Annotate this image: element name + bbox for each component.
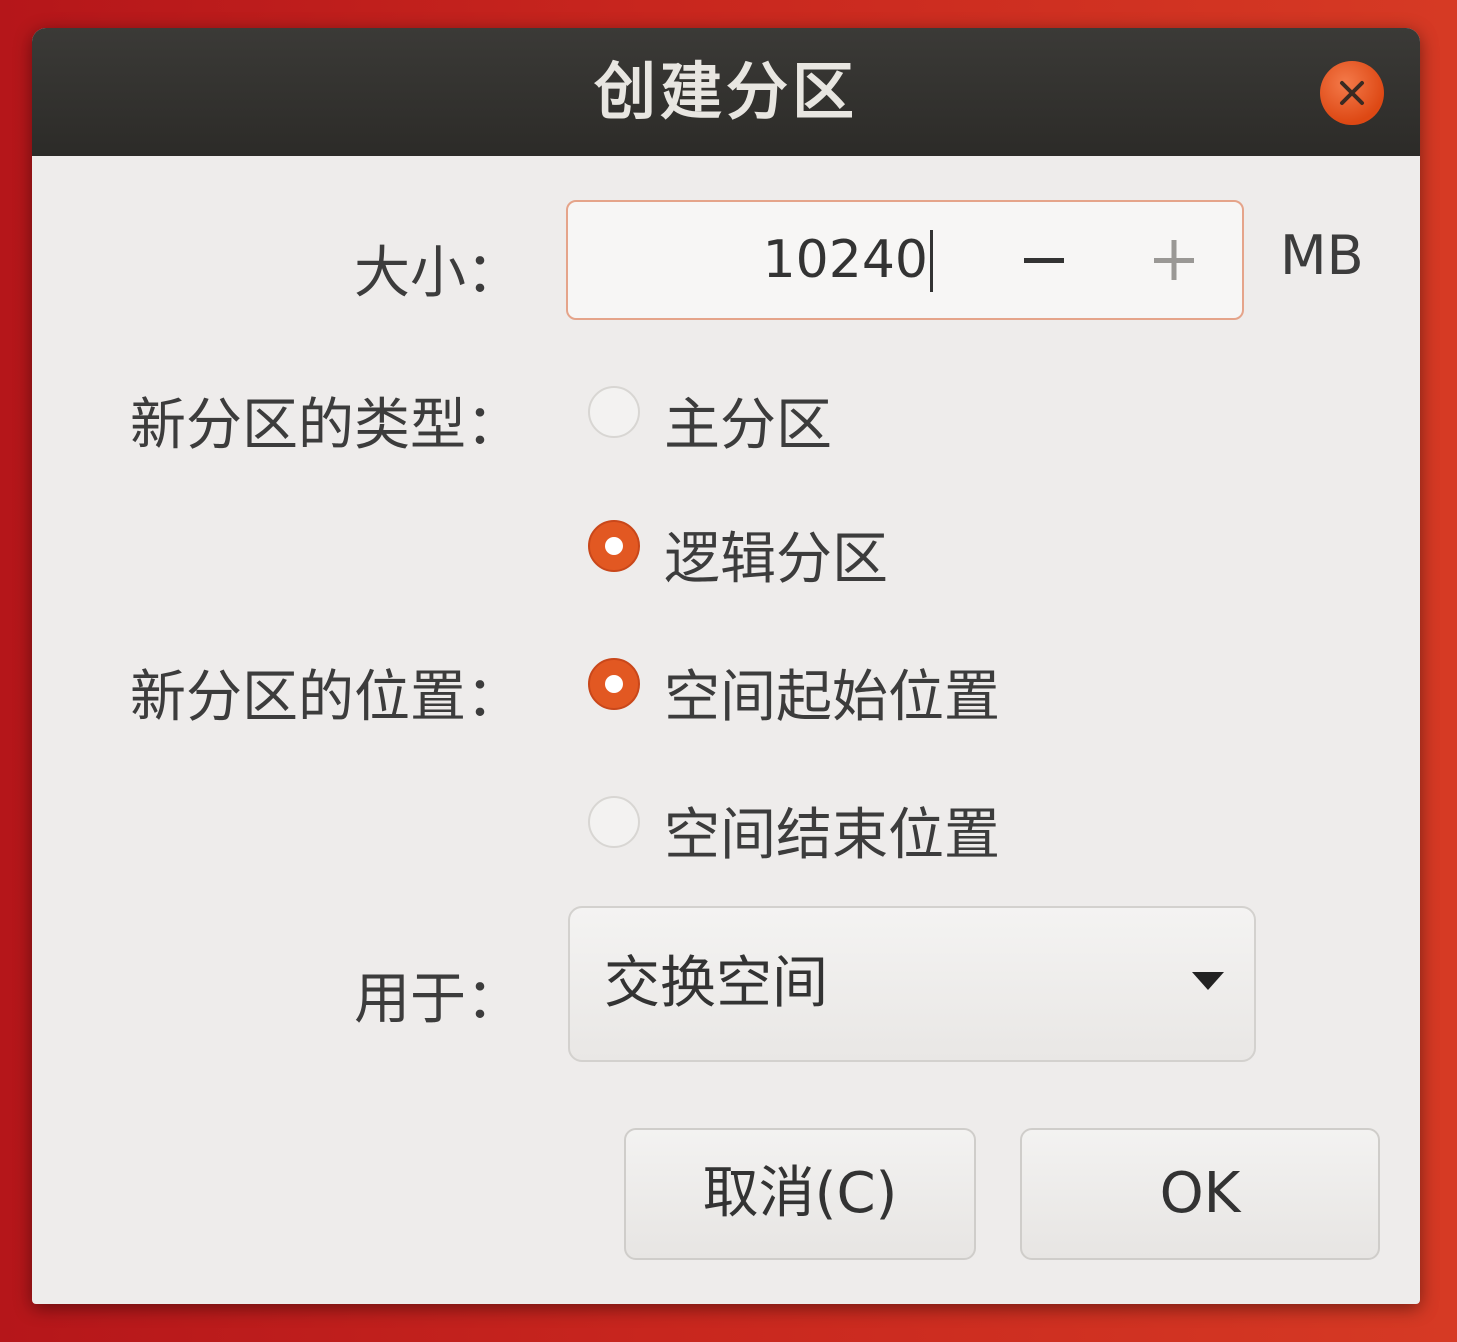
radio-end-of-space[interactable] [588, 796, 640, 848]
partition-location-label: 新分区的位置： [130, 665, 522, 730]
dialog-title: 创建分区 [593, 55, 858, 128]
close-icon [1340, 81, 1364, 105]
radio-logical-partition[interactable] [588, 520, 640, 572]
ok-button[interactable]: OK [1020, 1128, 1380, 1260]
radio-logical-partition-label[interactable]: 逻辑分区 [664, 514, 888, 595]
size-input[interactable]: 10240 [568, 202, 928, 318]
title-bar: 创建分区 [32, 28, 1420, 156]
radio-beginning-of-space-label[interactable]: 空间起始位置 [664, 652, 1000, 733]
use-as-selected-value: 交换空间 [604, 951, 828, 1016]
radio-beginning-of-space[interactable] [588, 658, 640, 710]
partition-type-label: 新分区的类型： [130, 393, 522, 458]
radio-primary-partition[interactable] [588, 386, 640, 438]
plus-icon [1154, 240, 1194, 280]
minus-icon [1024, 258, 1064, 263]
decrement-button[interactable] [994, 212, 1094, 308]
size-spinbutton[interactable]: 10240 [566, 200, 1244, 320]
cancel-button[interactable]: 取消(C) [624, 1128, 976, 1260]
text-cursor [930, 230, 933, 292]
use-as-label: 用于： [354, 967, 522, 1032]
close-button[interactable] [1320, 61, 1384, 125]
create-partition-dialog: 创建分区 大小： 10240 MB 新分区的类型： 主分区 逻辑分区 新分区的位… [32, 28, 1420, 1304]
size-label: 大小： [354, 241, 522, 306]
increment-button[interactable] [1124, 212, 1224, 308]
size-unit-label: MB [1280, 224, 1364, 287]
use-as-dropdown[interactable]: 交换空间 [568, 906, 1256, 1062]
radio-primary-partition-label[interactable]: 主分区 [664, 380, 832, 461]
dropdown-arrow-icon [1192, 972, 1224, 990]
radio-end-of-space-label[interactable]: 空间结束位置 [664, 790, 1000, 871]
